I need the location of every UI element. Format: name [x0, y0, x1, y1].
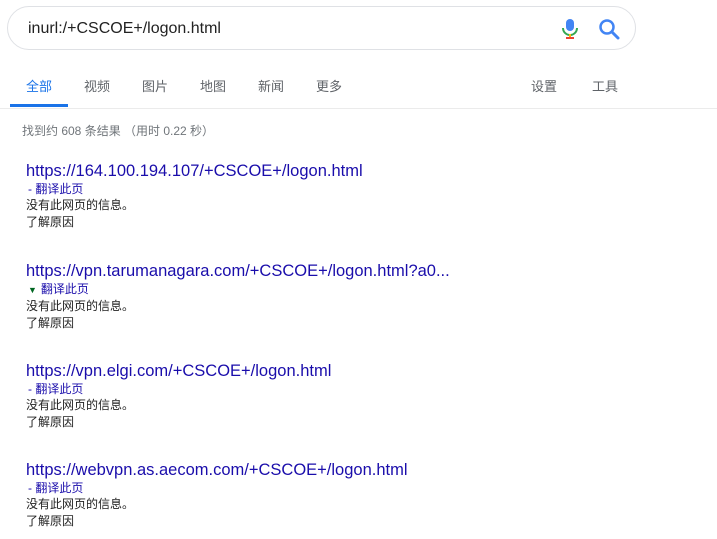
search-result: https://webvpn.as.aecom.com/+CSCOE+/logo… [26, 460, 706, 530]
search-tabs: 全部 视频 图片 地图 新闻 更多 设置 工具 [0, 64, 717, 109]
result-description: 没有此网页的信息。 [26, 198, 135, 212]
microphone-icon[interactable] [560, 18, 580, 40]
tab-tools[interactable]: 工具 [592, 76, 618, 95]
translate-link[interactable]: - 翻译此页 [28, 480, 706, 496]
tab-more[interactable]: 更多 [316, 76, 342, 95]
tab-maps[interactable]: 地图 [200, 76, 226, 95]
result-stats: 找到约 608 条结果 （用时 0.22 秒） [22, 124, 215, 138]
tab-videos[interactable]: 视频 [84, 76, 110, 95]
translate-link[interactable]: - 翻译此页 [28, 181, 706, 197]
search-result: https://vpn.elgi.com/+CSCOE+/logon.html … [26, 361, 706, 431]
search-result: https://vpn.tarumanagara.com/+CSCOE+/log… [26, 261, 706, 332]
active-tab-underline [10, 104, 68, 107]
search-icon[interactable] [598, 18, 620, 40]
result-url-link[interactable]: https://vpn.tarumanagara.com/+CSCOE+/log… [26, 261, 706, 281]
translate-row: ▼ 翻译此页 [28, 281, 706, 298]
translate-link[interactable]: 翻译此页 [41, 282, 89, 296]
learn-why-link[interactable]: 了解原因 [26, 315, 706, 332]
result-url-link[interactable]: https://vpn.elgi.com/+CSCOE+/logon.html [26, 361, 706, 381]
tab-news[interactable]: 新闻 [258, 76, 284, 95]
translate-link[interactable]: - 翻译此页 [28, 381, 706, 397]
search-box[interactable]: inurl:/+CSCOE+/logon.html [7, 6, 636, 50]
learn-why-link[interactable]: 了解原因 [26, 214, 706, 231]
learn-why-link[interactable]: 了解原因 [26, 414, 706, 431]
triangle-down-icon[interactable]: ▼ [28, 285, 37, 295]
result-url-link[interactable]: https://164.100.194.107/+CSCOE+/logon.ht… [26, 161, 706, 181]
result-description: 没有此网页的信息。 [26, 497, 135, 511]
result-description: 没有此网页的信息。 [26, 398, 135, 412]
search-result: https://164.100.194.107/+CSCOE+/logon.ht… [26, 161, 706, 231]
learn-why-link[interactable]: 了解原因 [26, 513, 706, 530]
tab-all[interactable]: 全部 [26, 76, 52, 95]
result-description: 没有此网页的信息。 [26, 299, 135, 313]
tab-settings[interactable]: 设置 [531, 76, 557, 95]
result-url-link[interactable]: https://webvpn.as.aecom.com/+CSCOE+/logo… [26, 460, 706, 480]
search-query[interactable]: inurl:/+CSCOE+/logon.html [28, 20, 221, 38]
tab-images[interactable]: 图片 [142, 76, 168, 95]
